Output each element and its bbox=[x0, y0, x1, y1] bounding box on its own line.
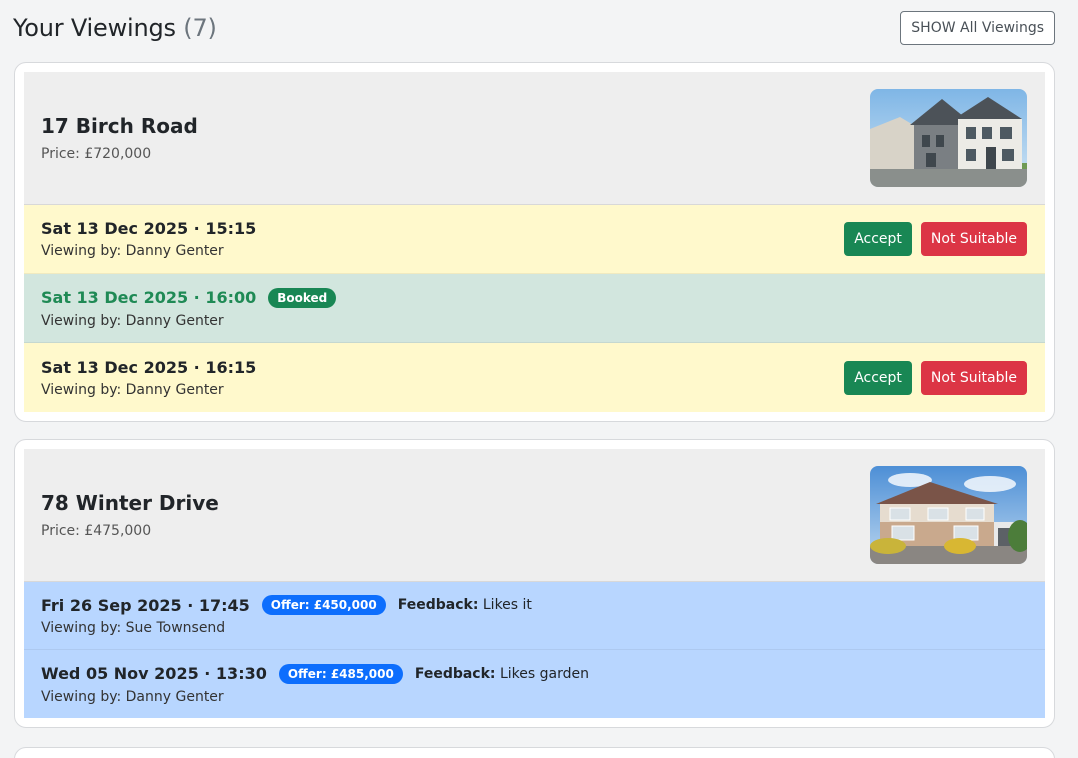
viewing-datetime: Sat 13 Dec 2025 · 16:00 bbox=[41, 288, 257, 307]
viewing-datetime: Sat 13 Dec 2025 · 15:15 bbox=[41, 219, 257, 238]
accept-button[interactable]: Accept bbox=[844, 360, 912, 395]
property-header: 78 Winter Drive Price: £475,000 bbox=[24, 449, 1045, 582]
viewer-name: Viewing by: Danny Genter bbox=[41, 312, 224, 329]
feedback-text: Likes it bbox=[482, 597, 532, 613]
show-all-viewings-button[interactable]: SHOW All Viewings bbox=[900, 11, 1055, 45]
viewing-row: Wed 05 Nov 2025 · 13:30 Offer: £485,000 … bbox=[24, 650, 1045, 718]
booked-badge: Booked bbox=[268, 287, 337, 308]
viewing-datetime: Fri 26 Sep 2025 · 17:45 bbox=[41, 595, 250, 615]
not-suitable-button[interactable]: Not Suitable bbox=[920, 222, 1027, 256]
viewing-row: Fri 26 Sep 2025 · 17:45 Offer: £450,000 … bbox=[24, 582, 1045, 650]
feedback: Feedback: Likes garden bbox=[415, 666, 589, 682]
feedback: Feedback: Likes it bbox=[398, 597, 532, 613]
property-header: 17 Birch Road Price: £720,000 bbox=[24, 72, 1045, 205]
viewing-row: Sat 13 Dec 2025 · 15:15 Viewing by: Dann… bbox=[24, 205, 1045, 274]
feedback-label: Feedback: bbox=[397, 597, 479, 613]
house-photo-icon[interactable] bbox=[870, 89, 1027, 187]
viewer-name: Viewing by: Danny Genter bbox=[41, 381, 224, 398]
page-header: Your Viewings (7) SHOW All Viewings bbox=[13, 10, 1055, 46]
viewer-name: Viewing by: Danny Genter bbox=[41, 688, 224, 705]
property-card: 17 Birch Road Price: £720,000 Sat 13 Dec… bbox=[14, 62, 1055, 422]
property-price: Price: £475,000 bbox=[41, 523, 152, 539]
property-price: Price: £720,000 bbox=[41, 146, 152, 162]
offer-badge: Offer: £450,000 bbox=[261, 595, 386, 615]
not-suitable-button[interactable]: Not Suitable bbox=[920, 360, 1027, 395]
offer-badge: Offer: £485,000 bbox=[278, 663, 403, 684]
page-title-text: Your Viewings bbox=[13, 14, 176, 42]
house-photo-icon[interactable] bbox=[870, 466, 1027, 564]
feedback-label: Feedback: bbox=[414, 665, 496, 682]
viewing-datetime: Sat 13 Dec 2025 · 16:15 bbox=[41, 357, 257, 377]
page-title: Your Viewings (7) bbox=[13, 14, 217, 42]
property-card bbox=[14, 747, 1055, 758]
viewer-name: Viewing by: Sue Townsend bbox=[41, 620, 226, 636]
property-name: 78 Winter Drive bbox=[41, 491, 219, 515]
viewer-name: Viewing by: Danny Genter bbox=[41, 243, 224, 259]
viewing-count: (7) bbox=[183, 14, 217, 42]
viewing-row: Sat 13 Dec 2025 · 16:00 Booked Viewing b… bbox=[24, 274, 1045, 343]
accept-button[interactable]: Accept bbox=[844, 222, 912, 256]
viewing-datetime: Wed 05 Nov 2025 · 13:30 bbox=[41, 664, 267, 683]
feedback-text: Likes garden bbox=[499, 665, 589, 682]
property-card: 78 Winter Drive Price: £475,000 Fri 26 S… bbox=[14, 439, 1055, 728]
property-name: 17 Birch Road bbox=[41, 114, 198, 138]
viewing-row: Sat 13 Dec 2025 · 16:15 Viewing by: Dann… bbox=[24, 343, 1045, 412]
